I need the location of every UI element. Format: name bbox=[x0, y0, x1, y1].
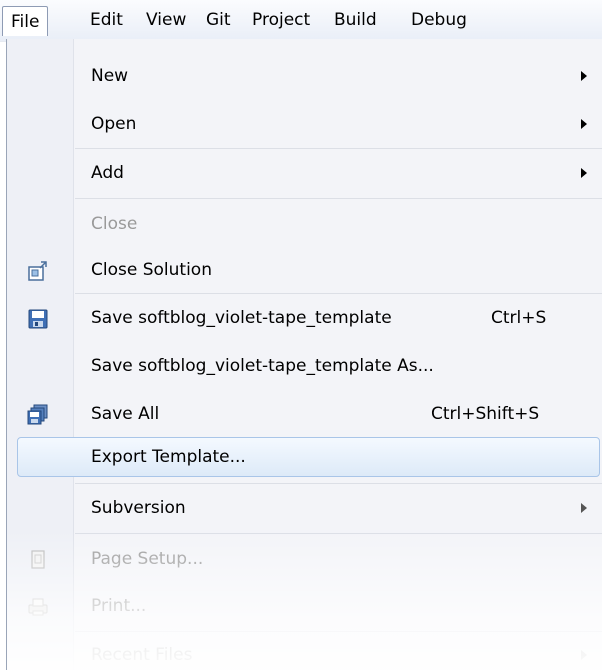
menu-item-subversion[interactable]: Subversion bbox=[7, 484, 602, 532]
menu-item-close: Close bbox=[7, 200, 602, 248]
save-all-icon bbox=[27, 404, 49, 426]
submenu-arrow-icon bbox=[581, 119, 587, 129]
menu-edit[interactable]: Edit bbox=[82, 7, 131, 34]
menu-item-label: Open bbox=[91, 114, 137, 134]
menu-item-label: Subversion bbox=[91, 498, 186, 518]
menu-item-label: Close Solution bbox=[91, 260, 212, 280]
menu-item-label: Recent Files bbox=[91, 645, 193, 665]
submenu-arrow-icon bbox=[581, 71, 587, 81]
menu-item-save[interactable]: Save softblog_violet-tape_template Ctrl+… bbox=[7, 294, 602, 342]
menu-debug[interactable]: Debug bbox=[403, 7, 475, 34]
menu-file[interactable]: File bbox=[2, 6, 49, 36]
menu-view[interactable]: View bbox=[138, 7, 194, 34]
menu-item-close-solution[interactable]: Close Solution bbox=[7, 246, 602, 294]
menu-item-label: Page Setup... bbox=[91, 549, 204, 569]
submenu-arrow-icon bbox=[581, 503, 587, 513]
menu-item-save-as[interactable]: Save softblog_violet-tape_template As... bbox=[7, 342, 602, 390]
print-icon bbox=[27, 596, 49, 618]
menu-item-export-template[interactable]: Export Template... bbox=[17, 437, 600, 477]
menu-item-shortcut: Ctrl+Shift+S bbox=[431, 404, 540, 424]
menu-item-shortcut: Ctrl+S bbox=[491, 308, 547, 328]
submenu-arrow-icon bbox=[581, 168, 587, 178]
menu-bar: File Edit View Git Project Build Debug bbox=[0, 0, 602, 42]
file-menu-dropdown: New Open Add Close Close Solution Save s… bbox=[6, 39, 602, 670]
menu-item-label: Save softblog_violet-tape_template bbox=[91, 308, 392, 328]
menu-item-label: Add bbox=[91, 163, 124, 183]
submenu-arrow-icon bbox=[581, 650, 587, 660]
close-solution-icon bbox=[27, 260, 49, 282]
menu-separator bbox=[75, 533, 602, 534]
menu-item-label: Close bbox=[91, 214, 138, 234]
menu-item-recent-files: Recent Files bbox=[7, 631, 602, 670]
menu-item-label: Export Template... bbox=[91, 447, 246, 467]
menu-item-print: Print... bbox=[7, 582, 602, 630]
menu-item-save-all[interactable]: Save All Ctrl+Shift+S bbox=[7, 390, 602, 438]
menu-item-new[interactable]: New bbox=[7, 52, 602, 100]
save-icon bbox=[27, 308, 49, 330]
menu-item-label: Save softblog_violet-tape_template As... bbox=[91, 356, 434, 376]
menu-item-label: Print... bbox=[91, 596, 147, 616]
menu-item-open[interactable]: Open bbox=[7, 100, 602, 148]
menu-git[interactable]: Git bbox=[198, 7, 239, 34]
menu-item-label: Save All bbox=[91, 404, 160, 424]
menu-item-add[interactable]: Add bbox=[7, 149, 602, 197]
menu-separator bbox=[75, 198, 602, 199]
menu-item-label: New bbox=[91, 66, 129, 86]
menu-project[interactable]: Project bbox=[244, 7, 318, 34]
page-setup-icon bbox=[27, 549, 49, 571]
menu-build[interactable]: Build bbox=[326, 7, 385, 34]
menu-item-page-setup: Page Setup... bbox=[7, 535, 602, 583]
